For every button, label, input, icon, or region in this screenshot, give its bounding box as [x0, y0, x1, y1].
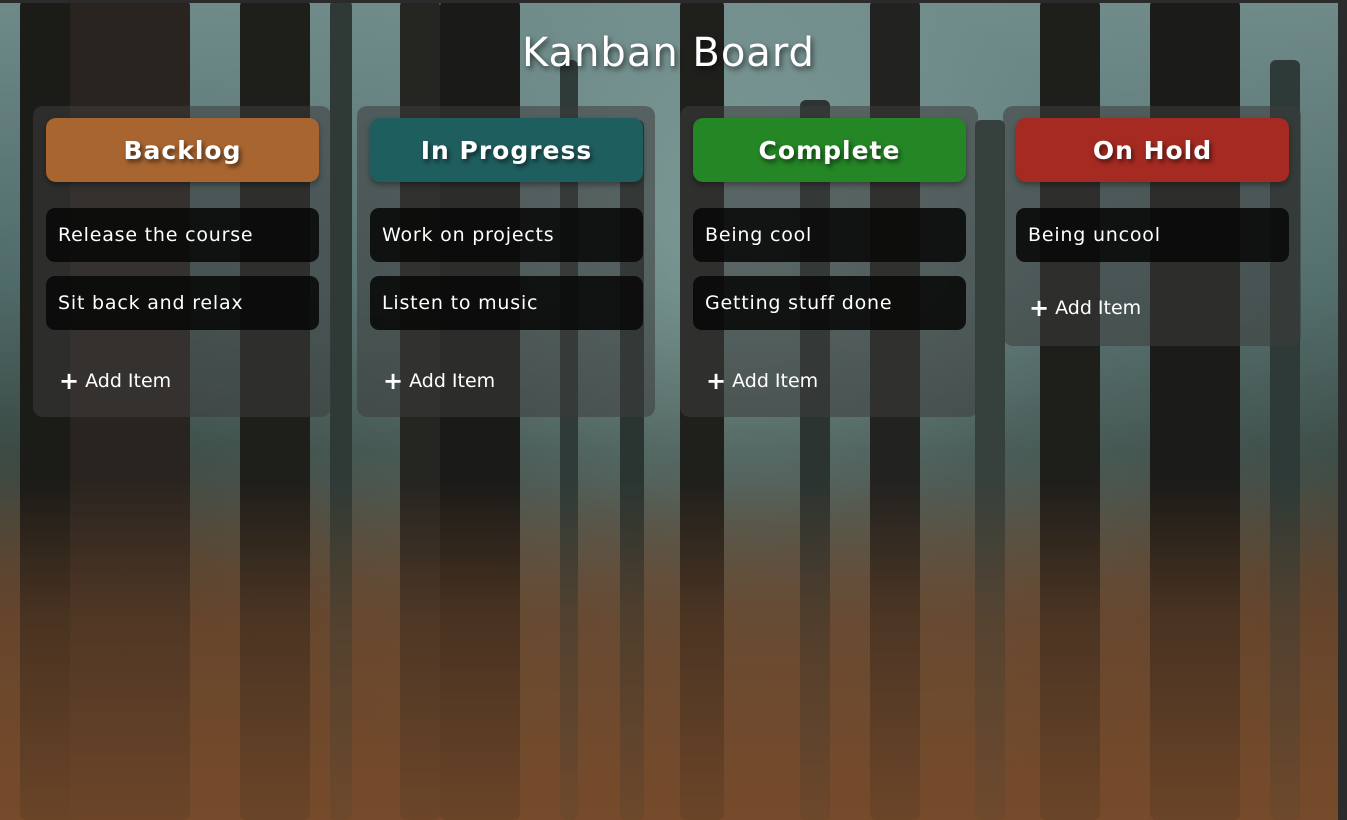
column-header-on-hold: On Hold [1016, 118, 1289, 182]
plus-icon: + [1029, 294, 1050, 322]
window-top-edge [0, 0, 1347, 3]
page-title: Kanban Board [522, 30, 815, 76]
column-header-complete: Complete [693, 118, 966, 182]
plus-icon: + [706, 367, 727, 395]
plus-icon: + [383, 367, 404, 395]
add-item-button-on-hold[interactable]: + Add Item [1029, 296, 1141, 320]
card[interactable]: Being uncool [1016, 208, 1289, 262]
add-item-label: Add Item [732, 370, 819, 392]
column-in-progress: In Progress Work on projects Listen to m… [357, 106, 655, 417]
column-on-hold: On Hold Being uncool + Add Item [1003, 106, 1301, 346]
add-item-button-in-progress[interactable]: + Add Item [383, 369, 495, 393]
window-right-edge [1338, 0, 1347, 820]
add-item-label: Add Item [85, 370, 172, 392]
card[interactable]: Getting stuff done [693, 276, 966, 330]
add-item-button-backlog[interactable]: + Add Item [59, 369, 171, 393]
add-item-label: Add Item [1055, 297, 1142, 319]
add-item-button-complete[interactable]: + Add Item [706, 369, 818, 393]
add-item-label: Add Item [409, 370, 496, 392]
column-backlog: Backlog Release the course Sit back and … [33, 106, 331, 417]
column-header-in-progress: In Progress [370, 118, 643, 182]
card[interactable]: Sit back and relax [46, 276, 319, 330]
card[interactable]: Work on projects [370, 208, 643, 262]
card[interactable]: Being cool [693, 208, 966, 262]
forest-ground [0, 480, 1347, 820]
card[interactable]: Release the course [46, 208, 319, 262]
plus-icon: + [59, 367, 80, 395]
column-complete: Complete Being cool Getting stuff done +… [680, 106, 978, 417]
card[interactable]: Listen to music [370, 276, 643, 330]
column-header-backlog: Backlog [46, 118, 319, 182]
